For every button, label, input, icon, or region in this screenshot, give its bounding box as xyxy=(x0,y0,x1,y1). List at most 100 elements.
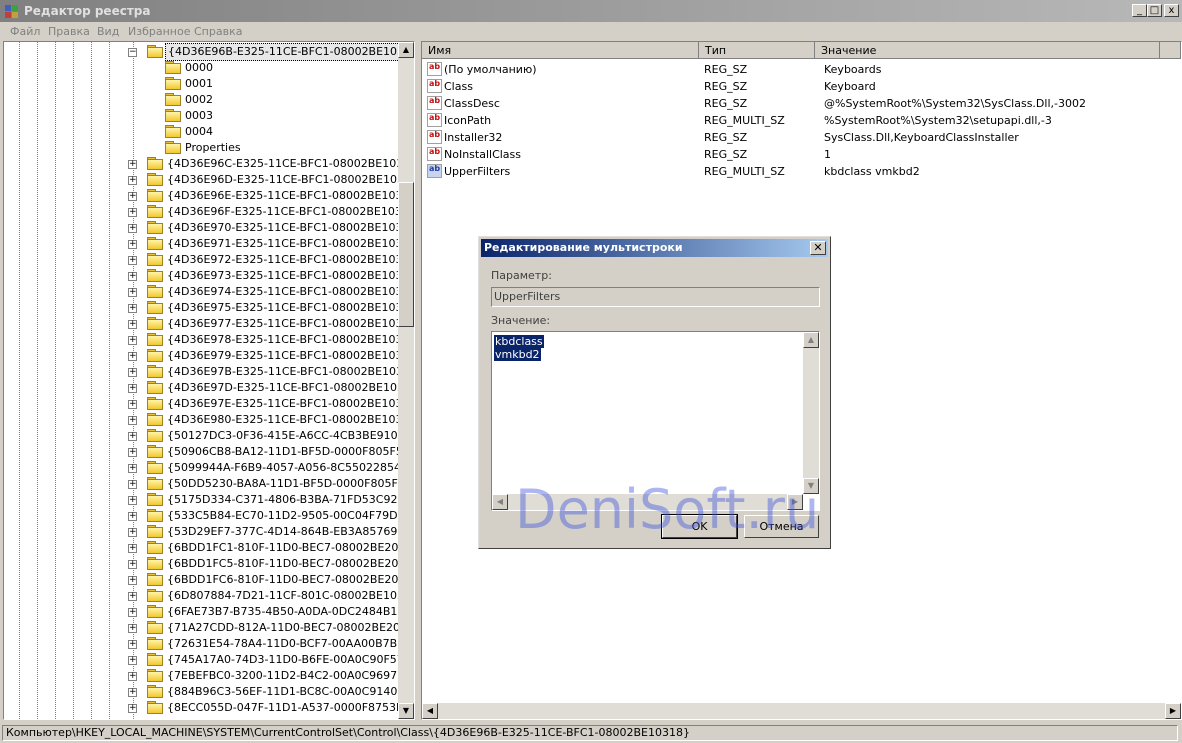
expand-toggle-icon[interactable]: + xyxy=(128,304,137,313)
expand-toggle-icon[interactable]: + xyxy=(128,592,137,601)
expand-toggle-icon[interactable]: + xyxy=(128,576,137,585)
scroll-thumb[interactable] xyxy=(398,182,414,327)
value-row[interactable]: ab Installer32 REG_SZ SysClass.Dll,Keyboard… xyxy=(422,129,1162,146)
dialog-title-bar[interactable]: Редактирование мультистроки xyxy=(481,239,828,257)
expand-toggle-icon[interactable]: + xyxy=(128,336,137,345)
textarea-horizontal-scrollbar[interactable]: ◀ ▶ xyxy=(492,494,803,510)
values-horizontal-scrollbar[interactable]: ◀ ▶ xyxy=(422,703,1181,719)
column-header-value[interactable]: Значение xyxy=(815,42,1160,59)
scroll-right-button[interactable]: ▶ xyxy=(787,494,803,510)
expand-toggle-icon[interactable]: + xyxy=(128,256,137,265)
dialog-close-button[interactable]: ✕ xyxy=(810,241,826,255)
registry-tree-pane[interactable]: − {4D36E96B-E325-11CE-BFC1-08002BE10318} 0… xyxy=(3,41,415,720)
tree-item-key[interactable]: + {4D36E980-E325-11CE-BFC1-08002BE10318} xyxy=(4,412,414,428)
expand-toggle-icon[interactable]: + xyxy=(128,624,137,633)
scroll-down-button[interactable]: ▼ xyxy=(803,478,819,494)
expand-toggle-icon[interactable]: + xyxy=(128,704,137,713)
tree-item-key[interactable]: + {4D36E96E-E325-11CE-BFC1-08002BE10318} xyxy=(4,188,414,204)
tree-item-key[interactable]: + {533C5B84-EC70-11D2-9505-00C04F79DEAF} xyxy=(4,508,414,524)
column-header-type[interactable]: Тип xyxy=(699,42,815,59)
scroll-up-button[interactable]: ▲ xyxy=(398,42,414,58)
tree-scrollbar[interactable]: ▲ ▼ xyxy=(398,42,414,719)
value-row[interactable]: ab Class REG_SZ Keyboard xyxy=(422,78,1162,95)
column-header-name[interactable]: Имя xyxy=(422,42,699,59)
tree-item-key[interactable]: + {5099944A-F6B9-4057-A056-8C550228544C} xyxy=(4,460,414,476)
tree-item-subkey[interactable]: 0003 xyxy=(4,108,394,124)
tree-item-subkey[interactable]: 0000 xyxy=(4,60,394,76)
tree-item-key[interactable]: + {4D36E974-E325-11CE-BFC1-08002BE10318} xyxy=(4,284,414,300)
expand-toggle-icon[interactable]: + xyxy=(128,640,137,649)
menu-favorites[interactable]: Избранное xyxy=(128,25,190,38)
tree-item-key[interactable]: + {745A17A0-74D3-11D0-B6FE-00A0C90F57DA} xyxy=(4,652,414,668)
tree-item-key[interactable]: + {4D36E971-E325-11CE-BFC1-08002BE10318} xyxy=(4,236,414,252)
expand-toggle-icon[interactable]: + xyxy=(128,560,137,569)
expand-toggle-icon[interactable]: + xyxy=(128,544,137,553)
tree-item-subkey[interactable]: 0004 xyxy=(4,124,394,140)
expand-toggle-icon[interactable]: + xyxy=(128,400,137,409)
value-row[interactable]: ab ClassDesc REG_SZ @%SystemRoot%\System32\… xyxy=(422,95,1162,112)
menu-edit[interactable]: Правка xyxy=(48,25,90,38)
expand-toggle-icon[interactable]: + xyxy=(128,240,137,249)
close-window-button[interactable]: x xyxy=(1164,4,1179,17)
expand-toggle-icon[interactable]: + xyxy=(128,688,137,697)
tree-item-key[interactable]: + {4D36E96D-E325-11CE-BFC1-08002BE10318} xyxy=(4,172,414,188)
expand-toggle-icon[interactable]: + xyxy=(128,432,137,441)
expand-toggle-icon[interactable]: + xyxy=(128,352,137,361)
expand-toggle-icon[interactable]: + xyxy=(128,384,137,393)
maximize-button[interactable]: □ xyxy=(1147,4,1162,17)
expand-toggle-icon[interactable]: + xyxy=(128,192,137,201)
scroll-up-button[interactable]: ▲ xyxy=(803,332,819,348)
menu-help[interactable]: Справка xyxy=(194,25,242,38)
cancel-button[interactable]: Отмена xyxy=(744,515,819,538)
value-row[interactable]: ab IconPath REG_MULTI_SZ %SystemRoot%\Syste… xyxy=(422,112,1162,129)
window-title-bar[interactable]: Редактор реестра _ □ x xyxy=(0,0,1182,22)
tree-item-key[interactable]: + {4D36E978-E325-11CE-BFC1-08002BE10318} xyxy=(4,332,414,348)
tree-item-key[interactable]: + {4D36E975-E325-11CE-BFC1-08002BE10318} xyxy=(4,300,414,316)
expand-toggle-icon[interactable]: + xyxy=(128,608,137,617)
tree-item-key[interactable]: + {4D36E96C-E325-11CE-BFC1-08002BE10318} xyxy=(4,156,414,172)
tree-item-key[interactable]: + {53D29EF7-377C-4D14-864B-EB3A85769359} xyxy=(4,524,414,540)
tree-item-key[interactable]: + {4D36E977-E325-11CE-BFC1-08002BE10318} xyxy=(4,316,414,332)
expand-toggle-icon[interactable]: + xyxy=(128,272,137,281)
tree-item-key[interactable]: + {884B96C3-56EF-11D1-BC8C-00A0C91405DD} xyxy=(4,684,414,700)
tree-item-subkey[interactable]: 0002 xyxy=(4,92,394,108)
scroll-down-button[interactable]: ▼ xyxy=(398,703,414,719)
tree-item-subkey[interactable]: 0001 xyxy=(4,76,394,92)
expand-toggle-icon[interactable]: + xyxy=(128,176,137,185)
scroll-right-button[interactable]: ▶ xyxy=(1165,703,1181,719)
value-row[interactable]: ab UpperFilters REG_MULTI_SZ kbdclass vmkbd… xyxy=(422,163,1162,180)
scroll-left-button[interactable]: ◀ xyxy=(422,703,438,719)
minimize-button[interactable]: _ xyxy=(1132,4,1147,17)
expand-toggle-icon[interactable]: + xyxy=(128,528,137,537)
tree-item-key[interactable]: + {72631E54-78A4-11D0-BCF7-00AA00B7B32A} xyxy=(4,636,414,652)
tree-item-key[interactable]: + {4D36E973-E325-11CE-BFC1-08002BE10318} xyxy=(4,268,414,284)
textarea-vertical-scrollbar[interactable]: ▲ ▼ xyxy=(803,332,819,494)
tree-item-key[interactable]: + {71A27CDD-812A-11D0-BEC7-08002BE2092F} xyxy=(4,620,414,636)
menu-view[interactable]: Вид xyxy=(97,25,119,38)
tree-item-key[interactable]: + {5175D334-C371-4806-B3BA-71FD53C9258D} xyxy=(4,492,414,508)
tree-item-key[interactable]: + {6FAE73B7-B735-4B50-A0DA-0DC2484B1F1A} xyxy=(4,604,414,620)
tree-item-key[interactable]: + {4D36E97D-E325-11CE-BFC1-08002BE10318} xyxy=(4,380,414,396)
tree-item-key[interactable]: + {4D36E97E-E325-11CE-BFC1-08002BE10318} xyxy=(4,396,414,412)
expand-toggle-icon[interactable]: + xyxy=(128,480,137,489)
tree-item-key[interactable]: + {4D36E96F-E325-11CE-BFC1-08002BE10318} xyxy=(4,204,414,220)
tree-item-key[interactable]: + {6BDD1FC1-810F-11D0-BEC7-08002BE2092F} xyxy=(4,540,414,556)
tree-item-subkey[interactable]: Properties xyxy=(4,140,394,156)
expand-toggle-icon[interactable]: + xyxy=(128,464,137,473)
expand-toggle-icon[interactable]: + xyxy=(128,672,137,681)
expand-toggle-icon[interactable]: + xyxy=(128,288,137,297)
menu-file[interactable]: Файл xyxy=(10,25,40,38)
tree-item-key[interactable]: + {6BDD1FC6-810F-11D0-BEC7-08002BE2092F} xyxy=(4,572,414,588)
tree-item-key[interactable]: + {4D36E979-E325-11CE-BFC1-08002BE10318} xyxy=(4,348,414,364)
tree-item-key[interactable]: + {6BDD1FC5-810F-11D0-BEC7-08002BE2092F} xyxy=(4,556,414,572)
expand-toggle-icon[interactable]: + xyxy=(128,208,137,217)
expand-toggle-icon[interactable]: + xyxy=(128,416,137,425)
value-row[interactable]: ab (По умолчанию) REG_SZ Keyboards xyxy=(422,61,1162,78)
tree-item-key[interactable]: + {7EBEFBC0-3200-11D2-B4C2-00A0C9697D07} xyxy=(4,668,414,684)
tree-item-selected-key[interactable]: − {4D36E96B-E325-11CE-BFC1-08002BE10318} xyxy=(4,43,414,61)
tree-item-key[interactable]: + {4D36E97B-E325-11CE-BFC1-08002BE10318} xyxy=(4,364,414,380)
value-data-textarea[interactable]: kbdclass vmkbd2 ▲ ▼ ◀ ▶ xyxy=(491,331,820,511)
expand-toggle-icon[interactable]: + xyxy=(128,320,137,329)
tree-item-key[interactable]: + {6D807884-7D21-11CF-801C-08002BE10318} xyxy=(4,588,414,604)
tree-item-key[interactable]: + {50906CB8-BA12-11D1-BF5D-0000F805F530} xyxy=(4,444,414,460)
